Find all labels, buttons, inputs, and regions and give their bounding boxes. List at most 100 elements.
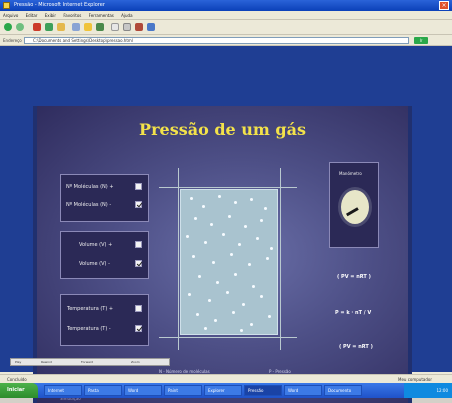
gas-molecule — [208, 299, 211, 302]
gas-molecule — [204, 327, 207, 330]
molecules-panel: Nº Moléculas (N) + Nº Moléculas (N) - — [60, 174, 149, 222]
address-label: Endereço — [3, 38, 22, 43]
molecules-minus-label: Nº Moléculas (N) - — [66, 202, 112, 208]
stop-icon[interactable] — [33, 23, 41, 31]
taskbar-item[interactable]: Paint — [164, 385, 202, 396]
print-icon[interactable] — [123, 23, 131, 31]
taskbar: Iniciar Internet Pasta Word Paint Explor… — [0, 383, 452, 398]
status-bar: Concluído Meu computador — [0, 374, 452, 383]
gas-molecule — [188, 293, 191, 296]
toolbar — [0, 20, 452, 35]
gas-molecule — [216, 281, 219, 284]
simulation-title: Pressão de um gás — [139, 120, 306, 139]
gas-molecule — [232, 311, 235, 314]
close-button[interactable]: × — [439, 1, 449, 10]
taskbar-item[interactable]: Internet — [44, 385, 82, 396]
taskbar-item[interactable]: Word — [124, 385, 162, 396]
menu-file[interactable]: Arquivo — [0, 11, 21, 20]
pressure-gauge — [338, 187, 372, 227]
browser-window: Pressão - Microsoft Internet Explorer × … — [0, 0, 452, 403]
temperature-plus-checkbox[interactable] — [135, 305, 142, 312]
gas-molecule — [202, 205, 205, 208]
gas-molecule — [222, 233, 225, 236]
address-input[interactable]: C:\Documents and Settings\Desktop\pressa… — [24, 37, 409, 44]
forward-icon[interactable] — [16, 23, 24, 31]
gas-molecule — [226, 291, 229, 294]
temperature-plus-label: Temperatura (T) + — [67, 306, 114, 312]
temperature-minus-label: Temperatura (T) - — [67, 326, 111, 332]
flash-rewind-button[interactable]: Rewind — [41, 359, 52, 365]
formula-ideal-gas: ( PV = nRT ) — [337, 274, 371, 280]
flash-forward-button[interactable]: Forward — [81, 359, 93, 365]
gas-molecule — [242, 303, 245, 306]
gas-molecule — [210, 223, 213, 226]
flash-control-bar: Play Rewind Forward Zoom — [10, 358, 170, 366]
history-icon[interactable] — [96, 23, 104, 31]
gas-molecule — [234, 201, 237, 204]
volume-plus-label: Volume (V) + — [79, 242, 113, 248]
edit-icon[interactable] — [135, 23, 143, 31]
gas-molecule — [198, 275, 201, 278]
flash-zoom-button[interactable]: Zoom — [131, 359, 140, 365]
formula-pressure: P = k · nT / V — [335, 310, 372, 316]
menu-help[interactable]: Ajuda — [118, 11, 135, 20]
refresh-icon[interactable] — [45, 23, 53, 31]
gas-molecule — [230, 253, 233, 256]
volume-minus-label: Volume (V) - — [79, 261, 110, 267]
temperature-minus-checkbox[interactable] — [135, 325, 142, 332]
menu-edit[interactable]: Editar — [23, 11, 41, 20]
formula-ideal-gas-2: ( PV = nRT ) — [339, 344, 373, 350]
messenger-icon[interactable] — [147, 23, 155, 31]
favorites-icon[interactable] — [84, 23, 92, 31]
menu-favorites[interactable]: Favoritos — [60, 11, 84, 20]
gas-molecule — [252, 285, 255, 288]
molecules-minus-checkbox[interactable] — [135, 201, 142, 208]
molecules-plus-checkbox[interactable] — [135, 183, 142, 190]
menu-tools[interactable]: Ferramentas — [86, 11, 117, 20]
flash-play-button[interactable]: Play — [15, 359, 21, 365]
mail-icon[interactable] — [111, 23, 119, 31]
temperature-panel: Temperatura (T) + Temperatura (T) - — [60, 294, 149, 346]
page-content: Pressão de um gás Nº Moléculas (N) + Nº … — [0, 46, 452, 403]
gas-molecule — [238, 243, 241, 246]
gas-molecule — [218, 195, 221, 198]
volume-minus-checkbox[interactable] — [135, 260, 142, 267]
manometer-title: Manómetro — [339, 171, 362, 176]
gas-molecule — [186, 235, 189, 238]
volume-plus-checkbox[interactable] — [135, 241, 142, 248]
gauge-needle-icon — [345, 207, 359, 217]
clock: 12:00 — [436, 388, 448, 393]
manometer-panel: Manómetro — [329, 162, 379, 248]
ie-app-icon — [3, 2, 10, 9]
container-bottom-axis — [159, 337, 297, 338]
search-icon[interactable] — [72, 23, 80, 31]
gas-molecule — [240, 329, 243, 332]
gas-molecule — [192, 255, 195, 258]
volume-panel: Volume (V) + Volume (V) - — [60, 231, 149, 279]
gas-molecule — [264, 207, 267, 210]
gas-molecule — [256, 237, 259, 240]
gas-molecule — [250, 198, 253, 201]
container-top-axis — [159, 187, 297, 188]
gas-molecule — [214, 319, 217, 322]
gas-molecule — [260, 295, 263, 298]
gas-molecule — [270, 247, 273, 250]
taskbar-item-active[interactable]: Pressão — [244, 385, 282, 396]
back-icon[interactable] — [4, 23, 12, 31]
gas-molecule — [228, 215, 231, 218]
molecules-plus-label: Nº Moléculas (N) + — [66, 184, 114, 190]
gas-molecule — [194, 217, 197, 220]
gas-molecule — [250, 323, 253, 326]
system-tray: 12:00 — [404, 383, 452, 398]
menu-view[interactable]: Exibir — [42, 11, 59, 20]
taskbar-item[interactable]: Explorer — [204, 385, 242, 396]
taskbar-item[interactable]: Documento — [324, 385, 362, 396]
gas-molecule — [190, 197, 193, 200]
taskbar-item[interactable]: Word — [284, 385, 322, 396]
go-button[interactable]: Ir — [414, 37, 428, 44]
start-button[interactable]: Iniciar — [0, 383, 38, 398]
container-right-axis — [280, 168, 281, 350]
gas-container — [180, 189, 278, 335]
taskbar-item[interactable]: Pasta — [84, 385, 122, 396]
home-icon[interactable] — [57, 23, 65, 31]
